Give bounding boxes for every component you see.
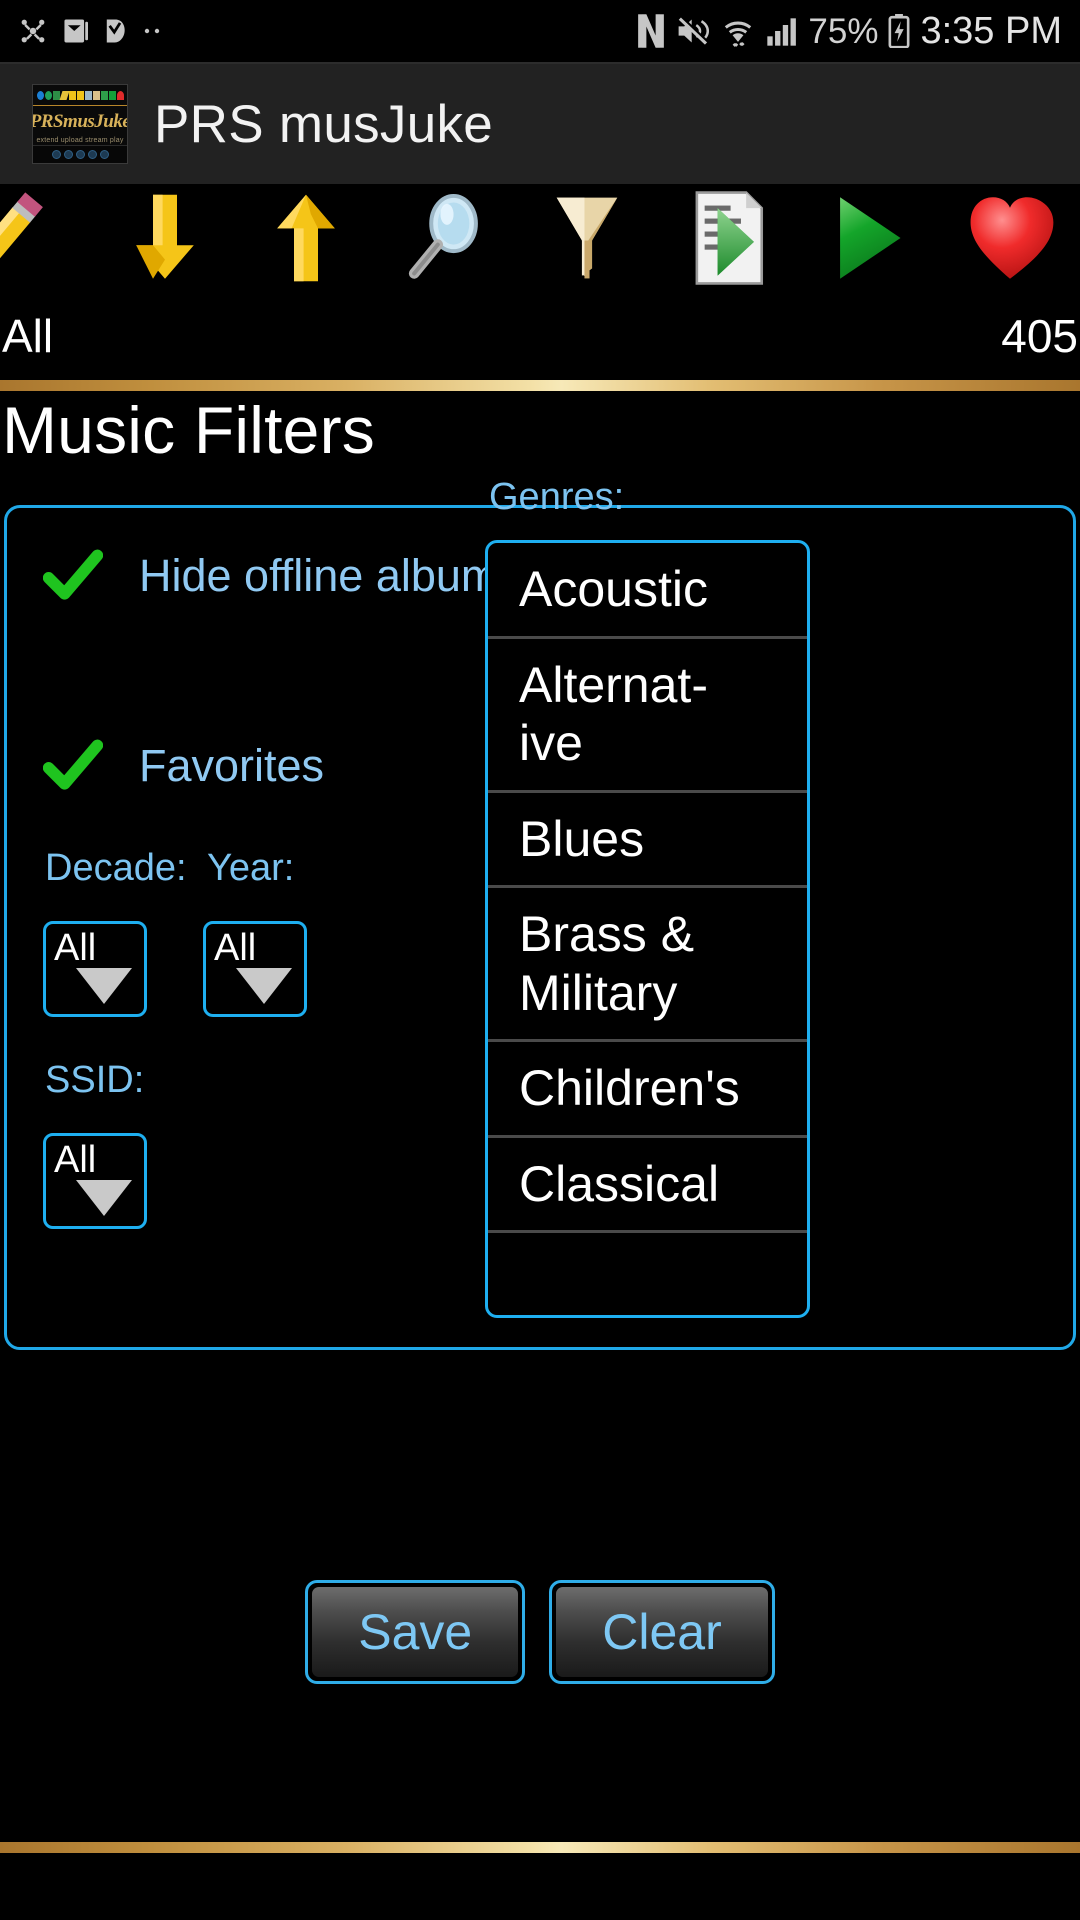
app-logo-player-bar xyxy=(33,145,127,163)
music-filters-panel: Hide offline albums Favorites Decade: Ye… xyxy=(4,476,1076,1350)
year-label: Year: xyxy=(207,847,295,889)
favorites-button[interactable] xyxy=(939,184,1080,292)
ssid-dropdown[interactable]: All xyxy=(43,1133,147,1229)
chevron-down-icon xyxy=(236,968,292,1004)
download-arrow-icon xyxy=(136,194,194,279)
playlist-icon xyxy=(695,191,764,285)
search-icon xyxy=(408,193,478,279)
ssid-dropdown-value: All xyxy=(54,1139,97,1181)
app-bar: PRSmusJuke extend upload stream play PRS… xyxy=(0,62,1080,184)
status-bar-notifications xyxy=(18,16,168,46)
filter-button[interactable] xyxy=(517,184,658,292)
year-dropdown-value: All xyxy=(214,927,257,969)
download-check-icon xyxy=(106,19,125,43)
action-button-row: Save Clear xyxy=(0,1580,1080,1684)
battery-percent: 75% xyxy=(808,11,879,51)
upload-button[interactable] xyxy=(236,184,377,292)
genre-name-line1: Children's xyxy=(519,1060,740,1116)
mute-icon xyxy=(679,16,710,45)
play-icon xyxy=(839,197,901,279)
chevron-down-icon xyxy=(76,968,132,1004)
save-button[interactable]: Save xyxy=(305,1580,526,1684)
list-item[interactable]: Alternat- ive xyxy=(488,639,807,793)
decade-dropdown-value: All xyxy=(54,927,97,969)
ssid-label: SSID: xyxy=(45,1059,145,1101)
checkbox-favorites[interactable]: Favorites xyxy=(43,736,324,796)
genre-name-line1: Blues xyxy=(519,810,645,867)
genre-name-line2: Military xyxy=(519,964,678,1021)
filter-summary-row[interactable]: All 405 xyxy=(0,292,1080,380)
clock: 3:35 PM xyxy=(920,10,1062,52)
list-item[interactable]: Acoustic xyxy=(488,543,807,639)
signal-icon xyxy=(767,18,797,46)
edit-pencil-icon xyxy=(0,192,43,262)
playlist-button[interactable] xyxy=(658,184,799,292)
edit-pencil-button[interactable] xyxy=(0,184,95,292)
filter-funnel-icon xyxy=(557,197,618,279)
checkbox-label-favorites: Favorites xyxy=(139,740,325,791)
clear-button-label: Clear xyxy=(556,1587,768,1677)
list-item[interactable]: Blues xyxy=(488,793,807,888)
gold-divider-top xyxy=(0,380,1080,391)
track-count: 405 xyxy=(1001,310,1078,362)
decade-label: Decade: xyxy=(45,847,187,889)
list-item[interactable]: Brass & Military xyxy=(488,888,807,1042)
list-item[interactable]: Classical xyxy=(488,1138,807,1233)
app-logo-icon-strip xyxy=(33,85,127,105)
app-title: PRS musJuke xyxy=(154,94,494,154)
decade-dropdown[interactable]: All xyxy=(43,921,147,1017)
genre-name-line2: ive xyxy=(519,715,583,771)
genres-list[interactable]: Acoustic Alternat- ive Blues Brass & Mil… xyxy=(485,540,810,1318)
app-logo-tagline: extend upload stream play xyxy=(36,137,124,144)
email-icon xyxy=(64,19,88,43)
favorite-heart-icon xyxy=(970,197,1053,279)
list-item[interactable]: Children's xyxy=(488,1042,807,1138)
clear-button[interactable]: Clear xyxy=(549,1580,775,1684)
checkmark-icon xyxy=(43,549,103,600)
bluetooth-share-icon xyxy=(21,19,45,43)
app-logo-icon: PRSmusJuke extend upload stream play xyxy=(32,84,128,164)
nfc-icon xyxy=(638,14,665,48)
chevron-down-icon xyxy=(76,1180,132,1216)
play-button[interactable] xyxy=(799,184,940,292)
genres-label: Genres: xyxy=(489,476,625,518)
checkbox-hide-offline-albums[interactable]: Hide offline albums xyxy=(43,546,521,606)
toolbar xyxy=(0,184,1080,292)
upload-arrow-icon xyxy=(277,194,335,282)
genre-name-line1: Acoustic xyxy=(519,561,708,617)
year-dropdown[interactable]: All xyxy=(203,921,307,1017)
status-bar-system: 75% 3:35 PM xyxy=(636,12,1062,50)
search-button[interactable] xyxy=(376,184,517,292)
page-title: Music Filters xyxy=(2,393,375,467)
checkmark-icon xyxy=(43,739,103,790)
app-screen: 75% 3:35 PM PRSmusJuke extend upload str… xyxy=(0,0,1080,1920)
genre-name-line1: Classical xyxy=(519,1155,720,1212)
wifi-icon xyxy=(725,21,752,47)
more-dots-icon xyxy=(144,28,160,34)
genre-name-line1: Brass & xyxy=(519,906,695,962)
save-button-label: Save xyxy=(312,1587,519,1677)
gold-divider-bottom xyxy=(0,1842,1080,1853)
app-logo-wordmark: PRSmusJuke xyxy=(32,111,128,132)
current-filter-label: All xyxy=(2,310,54,362)
download-button[interactable] xyxy=(95,184,236,292)
genre-name-line1: Alternat- xyxy=(519,656,708,713)
battery-charging-icon xyxy=(889,14,910,48)
status-bar: 75% 3:35 PM xyxy=(0,0,1080,62)
checkbox-label-hide-offline-albums: Hide offline albums xyxy=(139,550,521,601)
